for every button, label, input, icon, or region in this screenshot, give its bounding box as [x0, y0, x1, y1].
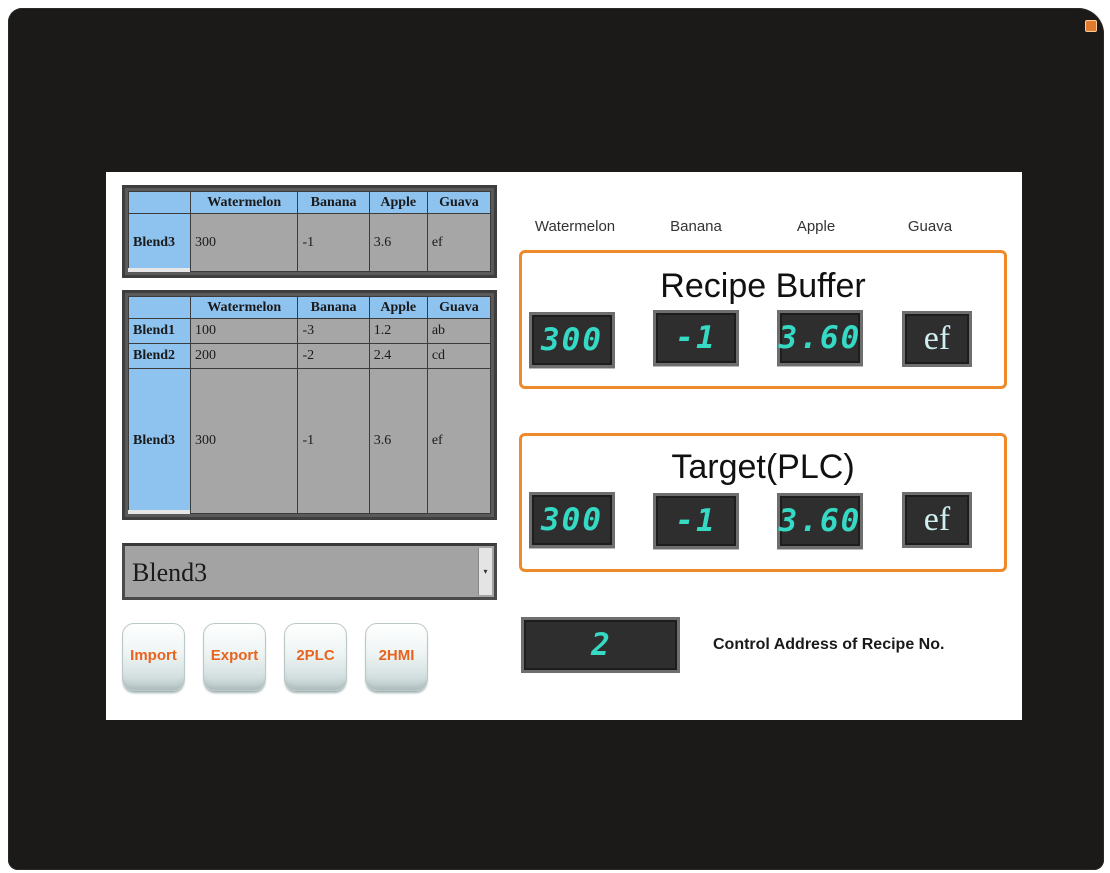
table-cell[interactable]: -1 [297, 213, 370, 272]
row-header: Blend2 [128, 343, 191, 369]
table-cell[interactable]: ab [426, 318, 492, 344]
table-corner [128, 296, 191, 319]
column-header: Watermelon [189, 296, 299, 319]
target-apple-display[interactable]: 3.60 [777, 493, 863, 549]
buffer-column-header: Apple [796, 218, 836, 235]
table-corner [128, 191, 191, 214]
column-header: Guava [426, 191, 492, 214]
table-scrollbar[interactable] [128, 510, 190, 514]
table-cell[interactable]: -2 [297, 343, 370, 369]
column-header: Watermelon [189, 191, 299, 214]
column-header: Apple [368, 296, 428, 319]
control-address-display[interactable]: 2 [521, 617, 680, 673]
table-cell[interactable]: 3.6 [368, 368, 428, 514]
table-row[interactable]: Blend1 100 -3 1.2 ab [128, 318, 492, 344]
target-plc-title: Target(PLC) [671, 448, 855, 486]
dropdown-selected-value: Blend3 [132, 558, 208, 587]
table-row[interactable]: Blend3 300 -1 3.6 ef [128, 368, 492, 514]
export-button[interactable]: Export [203, 623, 266, 691]
power-indicator-icon [1085, 20, 1097, 32]
table-header-row: Watermelon Banana Apple Guava [128, 191, 492, 214]
buffer-column-header: Watermelon [534, 218, 616, 235]
row-header: Blend3 [128, 368, 191, 514]
column-header: Guava [426, 296, 492, 319]
recipe-select-dropdown[interactable]: Blend3 ▾ [122, 543, 497, 600]
table-cell[interactable]: ef [426, 213, 492, 272]
table-cell[interactable]: cd [426, 343, 492, 369]
table-cell[interactable]: 3.6 [368, 213, 428, 272]
column-header: Banana [297, 296, 370, 319]
table-cell[interactable]: 300 [189, 368, 299, 514]
table-cell[interactable]: -1 [297, 368, 370, 514]
import-button[interactable]: Import [122, 623, 185, 691]
control-address-label: Control Address of Recipe No. [713, 636, 945, 653]
row-header: Blend3 [128, 213, 191, 272]
table-cell[interactable]: ef [426, 368, 492, 514]
buffer-guava-display[interactable]: ef [902, 311, 972, 367]
chevron-down-icon[interactable]: ▾ [478, 548, 492, 595]
table-scrollbar[interactable] [128, 268, 190, 272]
table-cell[interactable]: -3 [297, 318, 370, 344]
recipe-list-grid: Watermelon Banana Apple Guava Blend1 100… [128, 296, 492, 514]
current-recipe-table[interactable]: Watermelon Banana Apple Guava Blend3 300… [122, 185, 497, 278]
target-guava-display[interactable]: ef [902, 492, 972, 548]
buffer-column-header: Guava [907, 218, 953, 235]
target-banana-display[interactable]: -1 [653, 493, 739, 549]
recipe-list-table-body: Watermelon Banana Apple Guava Blend1 100… [128, 296, 492, 514]
current-recipe-table-body: Watermelon Banana Apple Guava Blend3 300… [128, 191, 492, 272]
table-row[interactable]: Blend2 200 -2 2.4 cd [128, 343, 492, 369]
table-cell[interactable]: 1.2 [368, 318, 428, 344]
current-recipe-grid: Watermelon Banana Apple Guava Blend3 300… [128, 191, 492, 272]
table-row[interactable]: Blend3 300 -1 3.6 ef [128, 213, 492, 272]
column-header: Apple [368, 191, 428, 214]
table-cell[interactable]: 200 [189, 343, 299, 369]
table-header-row: Watermelon Banana Apple Guava [128, 296, 492, 319]
recipe-list-table[interactable]: Watermelon Banana Apple Guava Blend1 100… [122, 290, 497, 520]
table-cell[interactable]: 2.4 [368, 343, 428, 369]
recipe-buffer-title: Recipe Buffer [660, 267, 866, 305]
column-header: Banana [297, 191, 370, 214]
table-cell[interactable]: 300 [189, 213, 299, 272]
target-watermelon-display[interactable]: 300 [529, 492, 615, 548]
buffer-watermelon-display[interactable]: 300 [529, 312, 615, 368]
buffer-banana-display[interactable]: -1 [653, 310, 739, 366]
to-plc-button[interactable]: 2PLC [284, 623, 347, 691]
buffer-apple-display[interactable]: 3.60 [777, 310, 863, 366]
to-hmi-button[interactable]: 2HMI [365, 623, 428, 691]
buffer-column-header: Banana [670, 218, 722, 235]
row-header: Blend1 [128, 318, 191, 344]
table-cell[interactable]: 100 [189, 318, 299, 344]
